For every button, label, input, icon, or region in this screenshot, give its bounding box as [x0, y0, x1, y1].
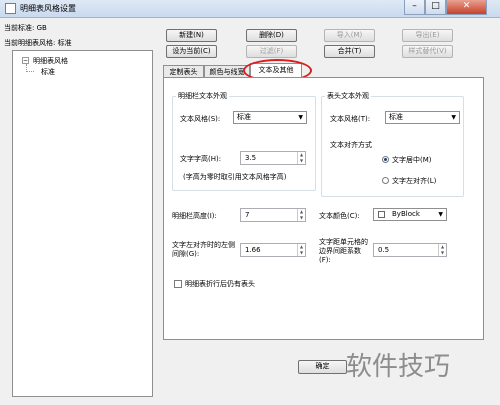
settings-dialog: 明细表风格设置 – □ ✕ 当前标准: GB 当前明细表风格: 标准 − 明细表… [0, 0, 500, 405]
spinner-icon[interactable]: ▲ ▼ [297, 152, 305, 164]
import-button[interactable]: 导入(M) [324, 29, 375, 42]
maximize-button[interactable]: □ [425, 0, 446, 15]
collapse-icon[interactable]: − [22, 57, 29, 64]
tree-line [26, 71, 34, 72]
dropdown-arrow-icon: ▼ [298, 114, 303, 121]
align-center-radio[interactable] [382, 156, 389, 163]
export-button[interactable]: 导出(E) [402, 29, 453, 42]
spinner-icon[interactable]: ▲ ▼ [438, 244, 446, 256]
fold-header-label[interactable]: 明细表折行后仍有表头 [185, 279, 255, 289]
text-style-select[interactable]: 标准 ▼ [233, 111, 307, 124]
align-label: 文本对齐方式 [330, 141, 372, 149]
text-color-select[interactable]: ByBlock ▼ [373, 208, 447, 221]
title-bar: 明细表风格设置 – □ ✕ [0, 0, 500, 18]
style-tree[interactable]: − 明细表风格 标准 [12, 50, 153, 397]
delete-button[interactable]: 删除(D) [246, 29, 297, 42]
header-group-title: 表头文本外观 [325, 91, 371, 101]
text-height-label: 文字字高(H): [180, 155, 222, 163]
watermark-text: 软件技巧 [346, 352, 451, 382]
close-button[interactable]: ✕ [446, 0, 487, 15]
row-height-label: 明细栏高度(I): [172, 212, 217, 220]
spinner-icon[interactable]: ▲ ▼ [297, 244, 305, 256]
spinner-icon[interactable]: ▲ ▼ [297, 209, 305, 221]
current-standard-label: 当前标准: GB [4, 24, 47, 32]
left-gap-label: 文字左对齐时的左侧间隙(G): [172, 241, 235, 258]
header-style-label: 文本风格(T): [330, 115, 371, 123]
row-height-value: 7 [245, 211, 250, 219]
window-title: 明细表风格设置 [20, 4, 76, 13]
tree-root-item[interactable]: 明细表风格 [33, 56, 68, 66]
cell-gap-input[interactable]: 0.5 ▲ ▼ [373, 243, 447, 257]
app-icon [5, 3, 16, 14]
text-color-value: ByBlock [392, 210, 420, 218]
cell-gap-label: 文字距单元格的边界间距系数(F): [319, 238, 368, 264]
text-height-input[interactable]: 3.5 ▲ ▼ [240, 151, 306, 165]
current-style-label: 当前明细表风格: 标准 [4, 39, 72, 47]
fold-header-checkbox[interactable] [174, 280, 182, 288]
dropdown-arrow-icon: ▼ [438, 211, 443, 218]
minimize-button[interactable]: – [404, 0, 425, 15]
ok-button[interactable]: 确定 [298, 360, 347, 374]
cell-gap-value: 0.5 [378, 246, 390, 254]
merge-button[interactable]: 合并(T) [324, 45, 375, 58]
style-replace-button[interactable]: 样式替代(V) [402, 45, 453, 58]
header-style-select[interactable]: 标准 ▼ [385, 111, 460, 124]
left-gap-input[interactable]: 1.66 ▲ ▼ [240, 243, 306, 257]
text-style-value: 标准 [237, 113, 251, 121]
dropdown-arrow-icon: ▼ [451, 114, 456, 121]
set-current-button[interactable]: 设为当前(C) [166, 45, 217, 58]
text-color-label: 文本颜色(C): [319, 212, 360, 220]
row-height-input[interactable]: 7 ▲ ▼ [240, 208, 306, 222]
color-swatch [378, 211, 385, 218]
left-gap-value: 1.66 [245, 246, 261, 254]
text-height-value: 3.5 [245, 154, 257, 162]
text-style-label: 文本风格(S): [180, 115, 221, 123]
new-button[interactable]: 新建(N) [166, 29, 217, 42]
align-center-label[interactable]: 文字居中(M) [392, 155, 432, 165]
header-style-value: 标准 [389, 113, 403, 121]
text-height-note: (字高为零时取引用文本风格字高) [183, 173, 287, 181]
tree-child-item[interactable]: 标准 [41, 67, 55, 77]
align-left-radio[interactable] [382, 177, 389, 184]
align-left-label[interactable]: 文字左对齐(L) [392, 176, 436, 186]
filter-button[interactable]: 过滤(F) [246, 45, 297, 58]
detail-group-title: 明细栏文本外观 [176, 91, 229, 101]
